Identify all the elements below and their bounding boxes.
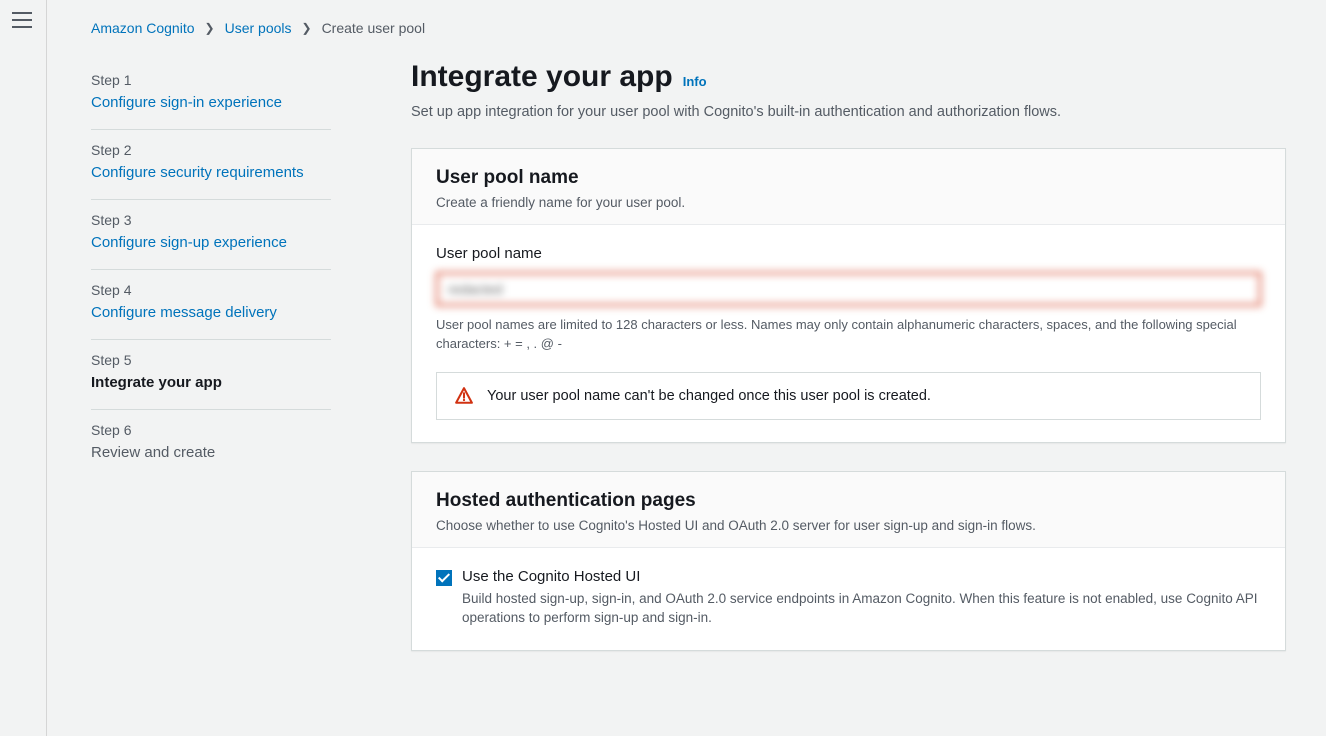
panel-user-pool-name: User pool name Create a friendly name fo… [411,148,1286,443]
warning-icon [455,387,473,405]
panel-title: Hosted authentication pages [436,490,1261,512]
chevron-right-icon: ❯ [205,21,215,35]
info-link[interactable]: Info [683,74,707,89]
breadcrumb-current: Create user pool [322,20,426,36]
step-review-and-create: Review and create [91,442,331,463]
step-label: Step 6 [91,422,331,438]
step-label: Step 3 [91,212,331,228]
user-pool-name-input[interactable] [436,272,1261,306]
panel-title: User pool name [436,167,1261,189]
panel-hosted-authentication: Hosted authentication pages Choose wheth… [411,471,1286,651]
step-configure-security[interactable]: Configure security requirements [91,162,331,183]
hosted-ui-help: Build hosted sign-up, sign-in, and OAuth… [462,589,1261,628]
wizard-steps: Step 1 Configure sign-in experience Step… [91,60,331,679]
page-description: Set up app integration for your user poo… [411,104,1286,120]
menu-toggle-icon[interactable] [12,12,32,28]
panel-subtitle: Choose whether to use Cognito's Hosted U… [436,518,1261,533]
step-label: Step 2 [91,142,331,158]
user-pool-name-label: User pool name [436,245,1261,262]
panel-subtitle: Create a friendly name for your user poo… [436,195,1261,210]
breadcrumb-section[interactable]: User pools [225,20,292,36]
step-configure-sign-up[interactable]: Configure sign-up experience [91,232,331,253]
breadcrumb-service[interactable]: Amazon Cognito [91,20,195,36]
step-label: Step 4 [91,282,331,298]
chevron-right-icon: ❯ [302,21,312,35]
hosted-ui-label: Use the Cognito Hosted UI [462,568,1261,585]
pool-name-warning: Your user pool name can't be changed onc… [436,372,1261,420]
page-title: Integrate your app [411,60,673,94]
step-label: Step 5 [91,352,331,368]
warning-text: Your user pool name can't be changed onc… [487,388,931,404]
step-integrate-your-app: Integrate your app [91,372,331,393]
step-configure-sign-in[interactable]: Configure sign-in experience [91,92,331,113]
step-configure-message-delivery[interactable]: Configure message delivery [91,302,331,323]
hosted-ui-checkbox[interactable] [436,570,452,586]
user-pool-name-helper: User pool names are limited to 128 chara… [436,316,1261,354]
breadcrumb: Amazon Cognito ❯ User pools ❯ Create use… [91,20,1286,36]
step-label: Step 1 [91,72,331,88]
